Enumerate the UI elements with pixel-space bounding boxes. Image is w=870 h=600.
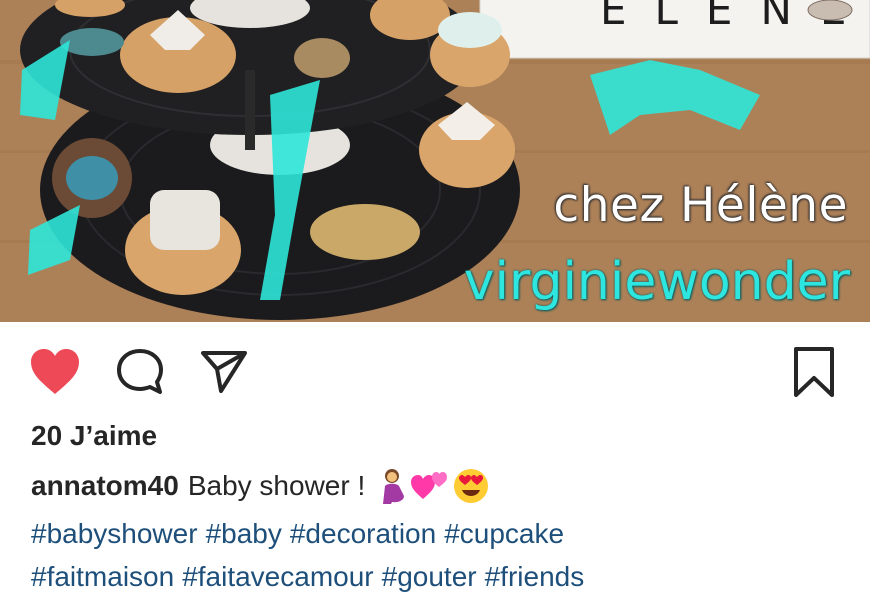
pregnant-woman-emoji	[383, 469, 405, 504]
hashtag-link[interactable]: #friends	[485, 561, 585, 592]
hashtag-link[interactable]: #faitavecamour	[182, 561, 373, 592]
hashtag-line-2: #faitmaison #faitavecamour #gouter #friends	[31, 555, 861, 598]
comment-button[interactable]	[112, 344, 168, 400]
two-hearts-emoji	[411, 472, 448, 499]
paper-plane-icon	[201, 351, 247, 393]
hashtag-link[interactable]: #cupcake	[444, 518, 564, 549]
hashtag-link[interactable]: #gouter	[382, 561, 477, 592]
lightbox-sign: ELENE	[479, 0, 870, 59]
share-button[interactable]	[196, 344, 252, 400]
hashtag-link[interactable]: #decoration	[290, 518, 436, 549]
comment-bubble-icon	[117, 349, 163, 394]
caption-text: Baby shower !	[187, 470, 366, 501]
post-photo[interactable]: ELENE chez Hélène virginiewonder	[0, 0, 870, 322]
post-caption: annatom40 Baby shower !	[31, 468, 489, 504]
photo-caption-location: chez Hélène	[553, 178, 848, 233]
save-button[interactable]	[786, 344, 842, 400]
photo-caption-handle: virginiewonder	[463, 252, 850, 312]
likes-count[interactable]: 20 J’aime	[31, 420, 157, 452]
heart-filled-icon	[31, 349, 79, 394]
caption-username[interactable]: annatom40	[31, 470, 179, 502]
hashtag-link[interactable]: #faitmaison	[31, 561, 174, 592]
hashtag-link[interactable]: #babyshower	[31, 518, 198, 549]
hashtag-link[interactable]: #baby	[206, 518, 282, 549]
heart-eyes-emoji	[454, 469, 489, 503]
hashtags: #babyshower #baby #decoration #cupcake #fai…	[31, 512, 861, 598]
hashtag-line-1: #babyshower #baby #decoration #cupcake	[31, 512, 861, 555]
post-action-bar	[0, 322, 870, 422]
bookmark-icon	[794, 347, 834, 397]
like-button[interactable]	[27, 344, 83, 400]
caption-emojis	[377, 468, 489, 504]
